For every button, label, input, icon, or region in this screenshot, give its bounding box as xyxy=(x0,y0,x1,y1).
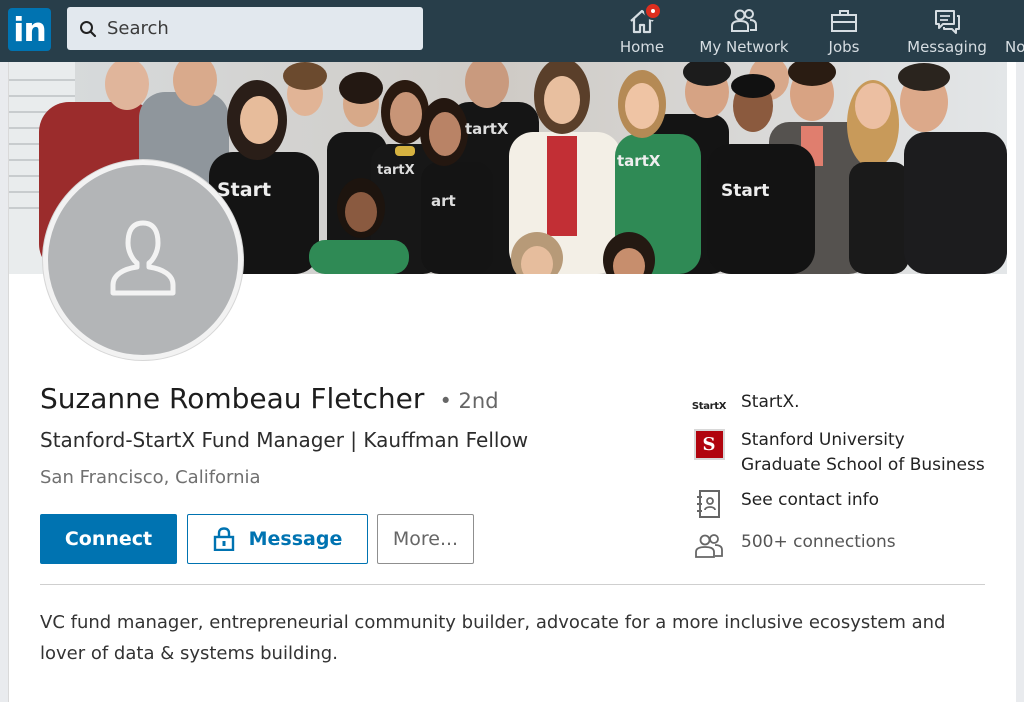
connect-button[interactable]: Connect xyxy=(40,514,177,564)
shirt-text: Start xyxy=(217,179,271,201)
nav-item-messaging[interactable]: Messaging xyxy=(906,0,988,62)
connections-text: 500+ connections xyxy=(741,532,896,552)
profile-avatar[interactable] xyxy=(43,160,243,360)
nav-label-notifications: No xyxy=(1005,38,1024,56)
message-button[interactable]: Message xyxy=(187,514,368,564)
briefcase-icon xyxy=(831,10,857,32)
search-box[interactable] xyxy=(67,7,423,50)
profile-summary: VC fund manager, entrepreneurial communi… xyxy=(40,612,946,664)
startx-logo-icon: StartX xyxy=(691,390,727,422)
top-nav-bar: in Home My Network Jobs xyxy=(0,0,1024,62)
nav-label-my-network: My Network xyxy=(699,38,789,56)
linkedin-logo[interactable]: in xyxy=(8,8,51,51)
see-contact-info: See contact info xyxy=(741,490,880,510)
profile-headline: Stanford-StartX Fund Manager | Kauffman … xyxy=(40,428,529,452)
nav-label-jobs: Jobs xyxy=(828,38,860,56)
nav-item-notifications[interactable]: No xyxy=(1004,0,1024,62)
search-icon xyxy=(80,20,97,37)
shirt-text: art xyxy=(431,192,456,210)
startx-logo-text: StartX xyxy=(691,400,727,412)
message-button-label: Message xyxy=(248,528,343,550)
nav-item-jobs[interactable]: Jobs xyxy=(812,0,876,62)
contact-info-link[interactable]: See contact info xyxy=(693,488,986,520)
person-placeholder-icon xyxy=(110,220,176,296)
company-name: StartX. xyxy=(741,392,800,412)
name-row: Suzanne Rombeau Fletcher • 2nd xyxy=(40,382,499,415)
section-divider xyxy=(40,584,985,585)
messaging-icon xyxy=(935,10,960,34)
stanford-logo-icon: S xyxy=(693,428,725,460)
network-icon xyxy=(731,9,757,32)
education-school[interactable]: S Stanford University Graduate School of… xyxy=(693,428,986,478)
connections-count: 500+ connections xyxy=(693,530,986,562)
nav-label-messaging: Messaging xyxy=(907,38,987,56)
search-input[interactable] xyxy=(105,17,405,40)
lock-icon xyxy=(213,527,234,551)
current-company[interactable]: StartX StartX. xyxy=(691,390,986,422)
shirt-text: tartX xyxy=(465,120,509,138)
connections-icon xyxy=(693,530,725,562)
profile-location: San Francisco, California xyxy=(40,467,261,488)
notification-badge xyxy=(644,2,662,20)
contact-card-icon xyxy=(693,488,725,520)
shirt-text: tartX xyxy=(617,152,661,170)
nav-label-home: Home xyxy=(619,38,665,56)
shirt-text: Start xyxy=(721,181,769,201)
more-button[interactable]: More... xyxy=(377,514,474,564)
nav-item-home[interactable]: Home xyxy=(606,0,678,62)
profile-card: Start tartX art tartX tartX Start Suzann… xyxy=(8,62,1016,702)
shirt-text: tartX xyxy=(377,163,415,178)
nav-item-my-network[interactable]: My Network xyxy=(696,0,792,62)
stanford-logo-text: S xyxy=(693,428,725,460)
profile-name: Suzanne Rombeau Fletcher xyxy=(40,382,425,415)
school-name: Stanford University Graduate School of B… xyxy=(741,430,985,475)
connection-degree: • 2nd xyxy=(439,389,499,413)
